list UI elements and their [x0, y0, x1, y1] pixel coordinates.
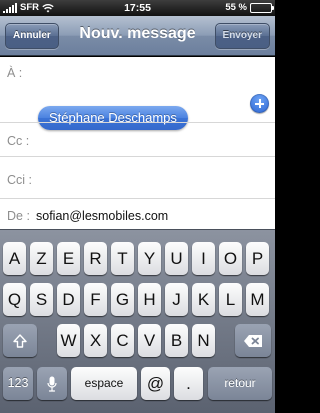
- cc-label: Cc :: [7, 134, 30, 148]
- compose-form: À : Stéphane Deschamps Cc : Cci : De : s…: [0, 57, 275, 229]
- key-k[interactable]: K: [192, 283, 215, 316]
- status-bar: SFR 17:55 55 %: [0, 0, 275, 16]
- at-key[interactable]: @: [141, 367, 170, 400]
- key-g[interactable]: G: [111, 283, 134, 316]
- recipient-chip[interactable]: Stéphane Deschamps: [38, 106, 188, 130]
- send-button[interactable]: Envoyer: [214, 23, 270, 49]
- key-d[interactable]: D: [57, 283, 80, 316]
- numbers-key[interactable]: 123: [3, 367, 33, 400]
- key-m[interactable]: M: [246, 283, 269, 316]
- key-b[interactable]: B: [165, 324, 188, 357]
- key-q[interactable]: Q: [3, 283, 26, 316]
- microphone-icon: [47, 376, 57, 392]
- key-i[interactable]: I: [192, 242, 215, 275]
- space-key[interactable]: espace: [71, 367, 137, 400]
- bcc-label: Cci :: [7, 173, 32, 187]
- key-h[interactable]: H: [138, 283, 161, 316]
- key-j[interactable]: J: [165, 283, 188, 316]
- key-z[interactable]: Z: [30, 242, 53, 275]
- from-label: De :: [7, 209, 30, 223]
- key-a[interactable]: A: [3, 242, 26, 275]
- battery-icon: [250, 2, 274, 13]
- to-label: À :: [7, 66, 23, 80]
- key-x[interactable]: X: [84, 324, 107, 357]
- key-f[interactable]: F: [84, 283, 107, 316]
- backspace-icon: [244, 334, 262, 347]
- key-t[interactable]: T: [111, 242, 134, 275]
- divider: [0, 198, 275, 199]
- key-l[interactable]: L: [219, 283, 242, 316]
- period-key[interactable]: .: [174, 367, 203, 400]
- divider: [0, 122, 275, 123]
- key-e[interactable]: E: [57, 242, 80, 275]
- backspace-key[interactable]: [235, 324, 271, 357]
- divider: [0, 156, 275, 157]
- dictation-key[interactable]: [37, 367, 67, 400]
- key-o[interactable]: O: [219, 242, 242, 275]
- key-p[interactable]: P: [246, 242, 269, 275]
- keyboard: A Z E R T Y U I O P Q S D F G H J K L M …: [0, 229, 275, 413]
- from-field[interactable]: sofian@lesmobiles.com: [36, 209, 168, 223]
- key-c[interactable]: C: [111, 324, 134, 357]
- key-s[interactable]: S: [30, 283, 53, 316]
- key-r[interactable]: R: [84, 242, 107, 275]
- key-n[interactable]: N: [192, 324, 215, 357]
- shift-icon: [13, 333, 27, 348]
- add-contact-icon[interactable]: [250, 94, 269, 113]
- key-y[interactable]: Y: [138, 242, 161, 275]
- return-key[interactable]: retour: [208, 367, 272, 400]
- shift-key[interactable]: [3, 324, 37, 357]
- navigation-bar: Annuler Nouv. message Envoyer: [0, 16, 275, 56]
- key-w[interactable]: W: [57, 324, 80, 357]
- key-v[interactable]: V: [138, 324, 161, 357]
- key-u[interactable]: U: [165, 242, 188, 275]
- battery-percentage: 55 %: [225, 2, 247, 13]
